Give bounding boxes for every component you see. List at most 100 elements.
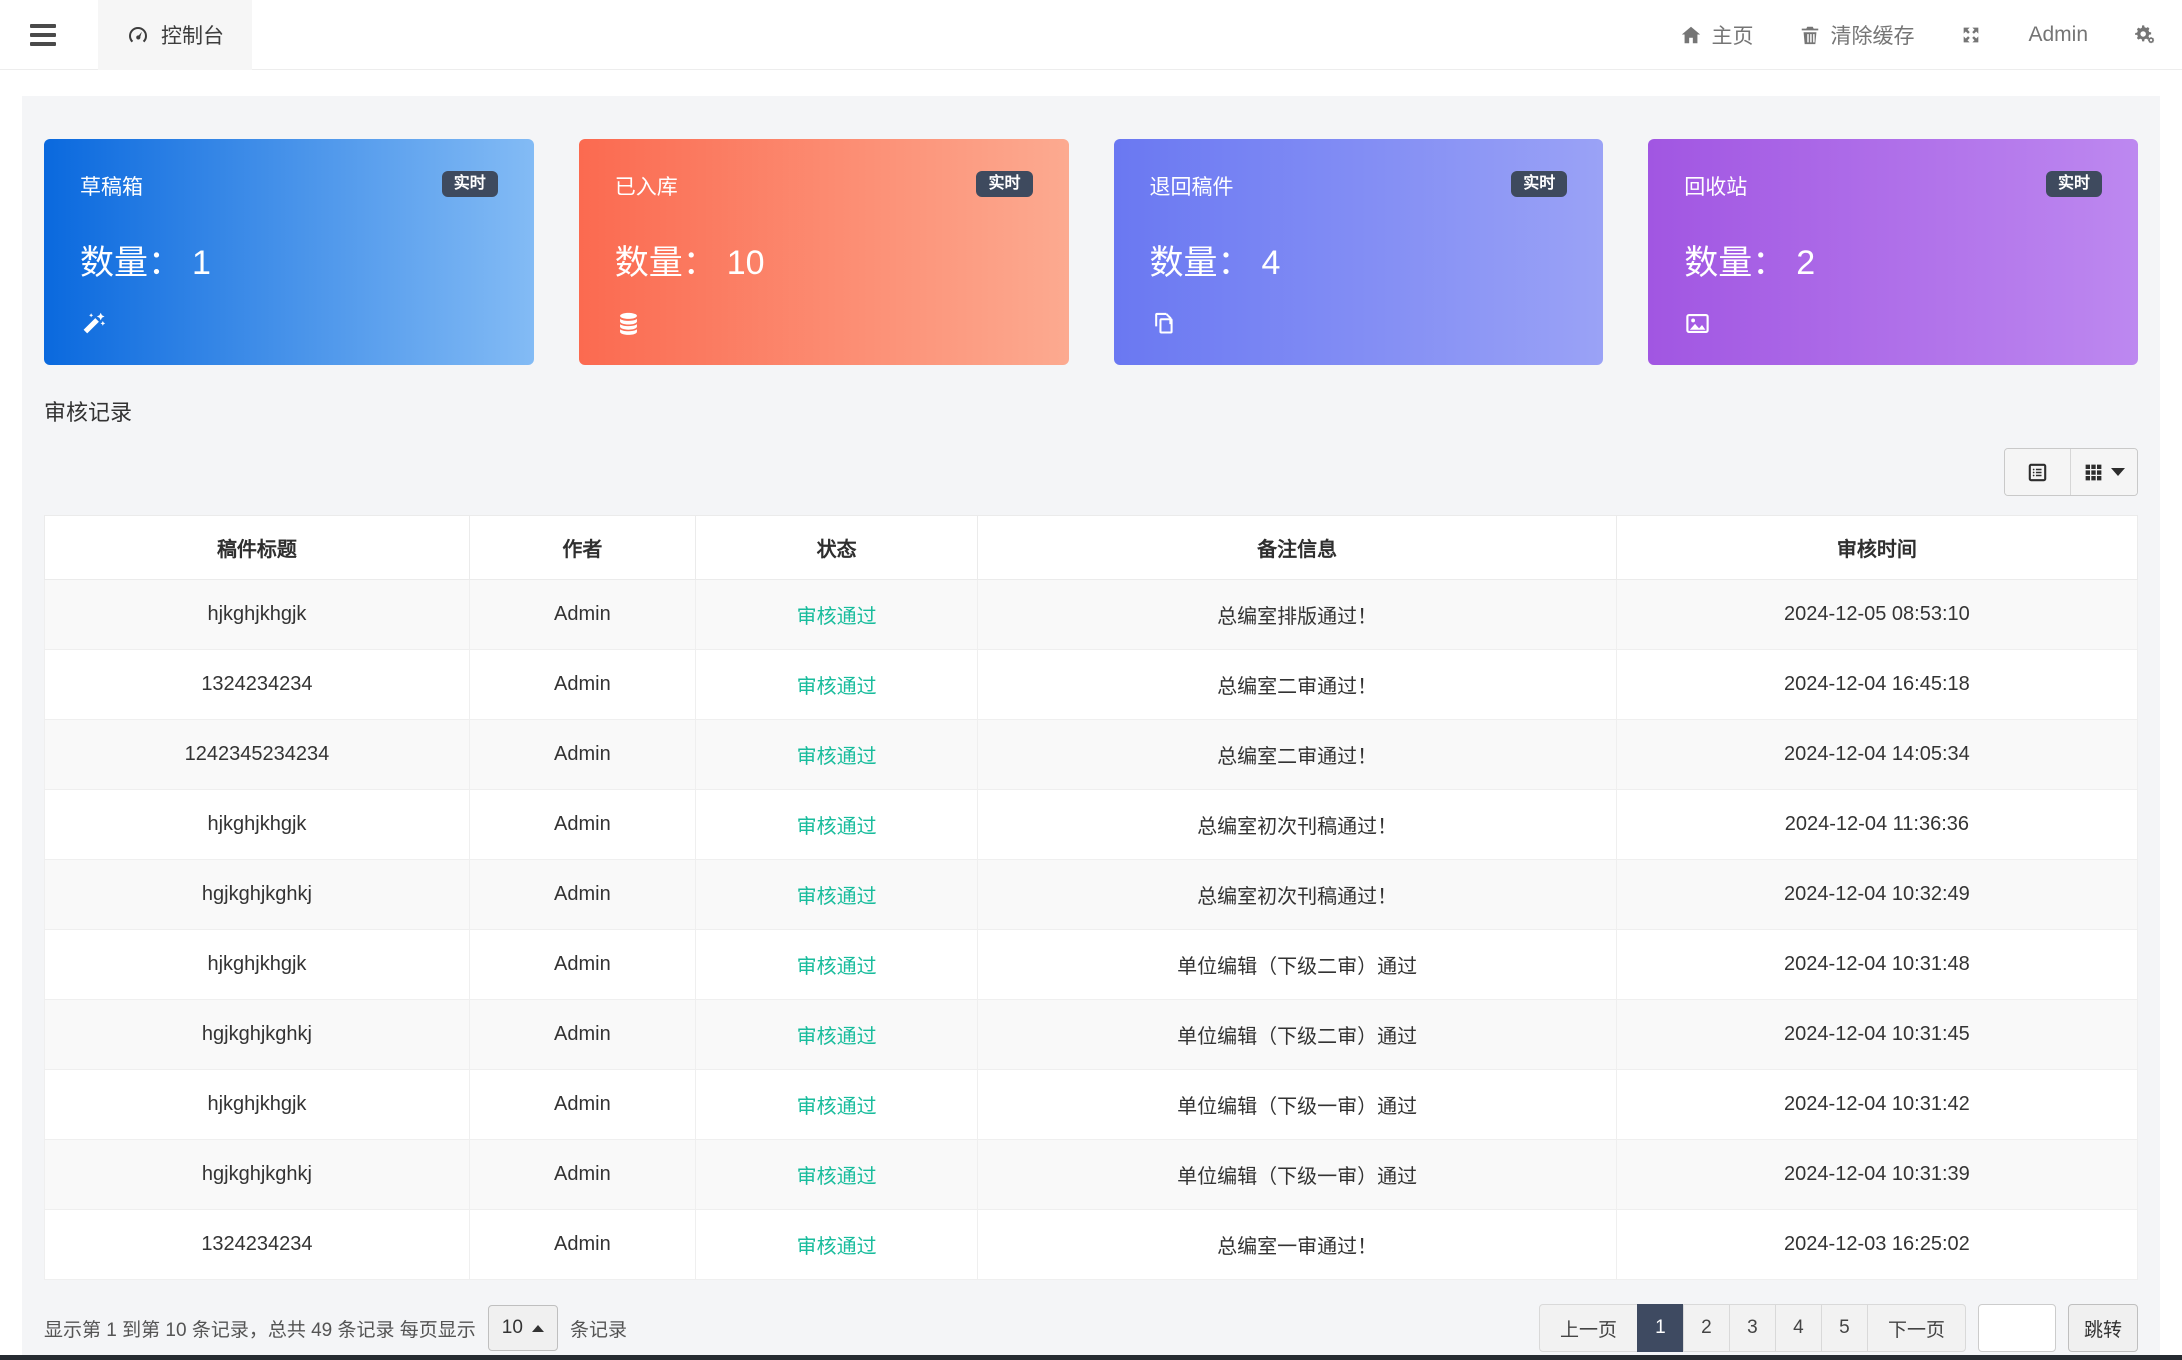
cell-time: 2024-12-05 08:53:10 — [1616, 580, 2137, 650]
cell-status: 审核通过 — [695, 1140, 978, 1210]
cell-title: 1242345234234 — [45, 720, 470, 790]
qty-value: 10 — [727, 244, 765, 283]
cogs-icon — [2134, 24, 2156, 46]
cell-title: hjkghjkhgjk — [45, 930, 470, 1000]
fullscreen-button[interactable] — [1960, 24, 1982, 46]
tab-console-label: 控制台 — [161, 20, 224, 50]
records-summary: 显示第 1 到第 10 条记录，总共 49 条记录 每页显示 — [44, 1315, 476, 1342]
cell-title: hgjkghjkghkj — [45, 1140, 470, 1210]
cell-author: Admin — [469, 1140, 695, 1210]
page-button-2[interactable]: 2 — [1683, 1304, 1730, 1352]
stat-card-stored[interactable]: 已入库 实时 数量： 10 — [579, 139, 1069, 365]
cell-remark: 单位编辑（下级二审）通过 — [978, 1000, 1616, 1070]
settings-button[interactable] — [2134, 24, 2156, 46]
cell-time: 2024-12-04 10:32:49 — [1616, 860, 2137, 930]
cell-status: 审核通过 — [695, 790, 978, 860]
home-link[interactable]: 主页 — [1680, 20, 1753, 50]
page-button-3[interactable]: 3 — [1729, 1304, 1776, 1352]
image-icon — [1684, 310, 1711, 337]
page-size-value: 10 — [502, 1317, 523, 1339]
page-size-select[interactable]: 10 — [488, 1305, 558, 1351]
list-view-button[interactable] — [2005, 449, 2071, 495]
audit-records-table: 稿件标题 作者 状态 备注信息 审核时间 hjkghjkhgjk Admin 审… — [44, 515, 2138, 1280]
qty-value: 1 — [192, 244, 211, 283]
caret-down-icon — [2111, 468, 2125, 476]
cell-title: hgjkghjkghkj — [45, 860, 470, 930]
cell-time: 2024-12-04 10:31:39 — [1616, 1140, 2137, 1210]
cell-title: hgjkghjkghkj — [45, 1000, 470, 1070]
navbar-right: 主页 清除缓存 Admin — [1680, 20, 2156, 50]
stat-card-recyclebin[interactable]: 回收站 实时 数量： 2 — [1648, 139, 2138, 365]
cell-author: Admin — [469, 720, 695, 790]
qty-label: 数量： — [1684, 235, 1786, 284]
cell-author: Admin — [469, 1070, 695, 1140]
cell-author: Admin — [469, 650, 695, 720]
page-button-4[interactable]: 4 — [1775, 1304, 1822, 1352]
next-page-button[interactable]: 下一页 — [1867, 1304, 1966, 1352]
cell-author: Admin — [469, 930, 695, 1000]
cell-author: Admin — [469, 1210, 695, 1280]
qty-label: 数量： — [1150, 235, 1252, 284]
table-row: 1242345234234 Admin 审核通过 总编室二审通过！ 2024-1… — [45, 720, 2138, 790]
col-header-title: 稿件标题 — [45, 516, 470, 580]
table-row: hgjkghjkghkj Admin 审核通过 总编室初次刊稿通过！ 2024-… — [45, 860, 2138, 930]
cell-status: 审核通过 — [695, 1000, 978, 1070]
table-row: 1324234234 Admin 审核通过 总编室二审通过！ 2024-12-0… — [45, 650, 2138, 720]
cell-time: 2024-12-04 16:45:18 — [1616, 650, 2137, 720]
cell-title: hjkghjkhgjk — [45, 580, 470, 650]
user-menu[interactable]: Admin — [2028, 23, 2088, 47]
clear-cache-link[interactable]: 清除缓存 — [1799, 20, 1914, 50]
tab-console[interactable]: 控制台 — [98, 0, 252, 70]
copy-icon — [1150, 310, 1177, 337]
cell-remark: 单位编辑（下级一审）通过 — [978, 1070, 1616, 1140]
prev-page-button[interactable]: 上一页 — [1539, 1304, 1638, 1352]
realtime-badge: 实时 — [1511, 171, 1567, 197]
cell-status: 审核通过 — [695, 580, 978, 650]
qty-label: 数量： — [615, 235, 717, 284]
grid-icon — [2083, 462, 2104, 483]
table-row: hjkghjkhgjk Admin 审核通过 总编室初次刊稿通过！ 2024-1… — [45, 790, 2138, 860]
cell-remark: 总编室一审通过！ — [978, 1210, 1616, 1280]
stat-card-draftbox[interactable]: 草稿箱 实时 数量： 1 — [44, 139, 534, 365]
cell-author: Admin — [469, 860, 695, 930]
cell-remark: 总编室初次刊稿通过！ — [978, 790, 1616, 860]
page-button-5[interactable]: 5 — [1821, 1304, 1868, 1352]
jump-button[interactable]: 跳转 — [2068, 1304, 2138, 1352]
stat-card-returned[interactable]: 退回稿件 实时 数量： 4 — [1114, 139, 1604, 365]
page-button-1[interactable]: 1 — [1637, 1304, 1684, 1352]
card-title: 已入库 — [615, 171, 678, 201]
cell-title: 1324234234 — [45, 650, 470, 720]
col-header-remark: 备注信息 — [978, 516, 1616, 580]
home-label: 主页 — [1711, 20, 1753, 50]
cell-title: hjkghjkhgjk — [45, 1070, 470, 1140]
cell-remark: 总编室二审通过！ — [978, 650, 1616, 720]
card-title: 退回稿件 — [1150, 171, 1234, 201]
card-title: 草稿箱 — [80, 171, 143, 201]
table-header-row: 稿件标题 作者 状态 备注信息 审核时间 — [45, 516, 2138, 580]
expand-icon — [1960, 24, 1982, 46]
realtime-badge: 实时 — [2046, 171, 2102, 197]
top-navbar: 控制台 主页 清除缓存 Admin — [0, 0, 2182, 70]
jump-page-input[interactable] — [1978, 1304, 2056, 1352]
table-row: hgjkghjkghkj Admin 审核通过 单位编辑（下级二审）通过 202… — [45, 1000, 2138, 1070]
realtime-badge: 实时 — [442, 171, 498, 197]
qty-value: 2 — [1796, 244, 1815, 283]
magic-wand-icon — [80, 310, 107, 337]
cell-time: 2024-12-04 10:31:45 — [1616, 1000, 2137, 1070]
home-icon — [1680, 24, 1702, 46]
pagination: 上一页 1 2 3 4 5 下一页 — [1539, 1304, 1966, 1352]
cell-author: Admin — [469, 580, 695, 650]
table-footer: 显示第 1 到第 10 条记录，总共 49 条记录 每页显示 10 条记录 上一… — [44, 1304, 2138, 1352]
cell-author: Admin — [469, 790, 695, 860]
menu-toggle-icon[interactable] — [30, 24, 56, 46]
content-panel: 草稿箱 实时 数量： 1 已入库 实时 数量： 10 — [22, 96, 2160, 1355]
list-alt-icon — [2027, 462, 2048, 483]
cell-status: 审核通过 — [695, 720, 978, 790]
cell-status: 审核通过 — [695, 1210, 978, 1280]
grid-view-button[interactable] — [2071, 449, 2137, 495]
cell-remark: 总编室排版通过！ — [978, 580, 1616, 650]
table-row: hjkghjkhgjk Admin 审核通过 单位编辑（下级二审）通过 2024… — [45, 930, 2138, 1000]
cell-remark: 单位编辑（下级一审）通过 — [978, 1140, 1616, 1210]
col-header-author: 作者 — [469, 516, 695, 580]
cell-status: 审核通过 — [695, 1070, 978, 1140]
